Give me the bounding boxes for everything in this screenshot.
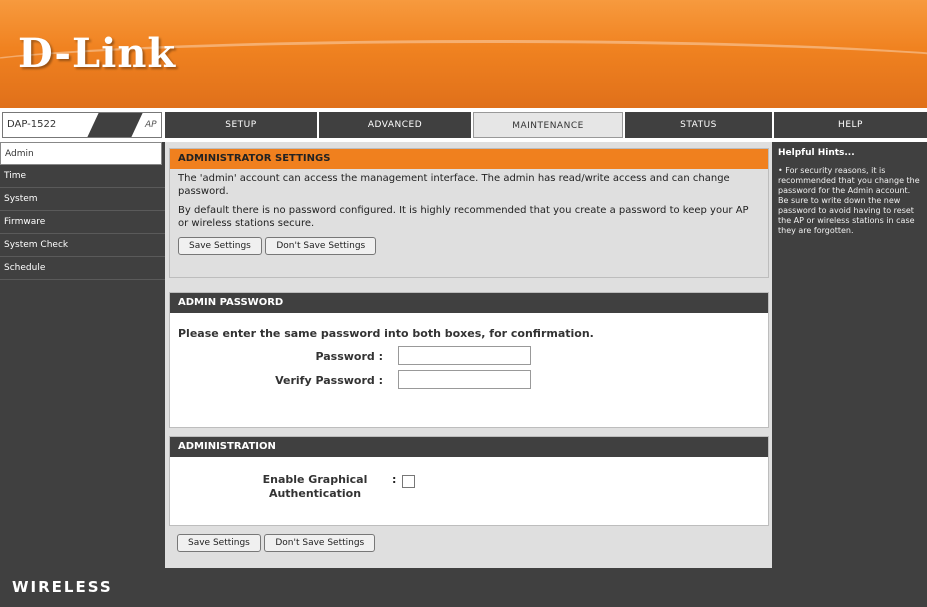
tab-help[interactable]: HELP: [774, 112, 927, 138]
graphical-auth-checkbox[interactable]: [402, 475, 415, 488]
sidebar-item-admin[interactable]: Admin: [0, 142, 162, 165]
administration-panel: ADMINISTRATION Enable Graphical Authenti…: [169, 436, 769, 526]
help-panel: Helpful Hints... • For security reasons,…: [772, 142, 927, 568]
bottom-save-settings-button[interactable]: Save Settings: [177, 534, 261, 552]
password-row: Password :: [170, 346, 768, 370]
admin-settings-paragraph-1: The 'admin' account can access the manag…: [178, 173, 730, 197]
verify-password-label: Verify Password :: [275, 374, 383, 387]
admin-password-title: ADMIN PASSWORD: [170, 293, 768, 313]
password-input[interactable]: [398, 346, 531, 365]
sidebar-item-schedule[interactable]: Schedule: [0, 257, 165, 280]
sidebar-item-firmware[interactable]: Firmware: [0, 211, 165, 234]
footer: WIRELESS: [0, 568, 927, 607]
password-label: Password :: [315, 350, 383, 363]
graphical-auth-row: Enable Graphical Authentication :: [170, 457, 768, 517]
main-content: ADMINISTRATOR SETTINGS The 'admin' accou…: [165, 142, 772, 568]
slash-graphic: [87, 113, 143, 137]
tab-maintenance[interactable]: MAINTENANCE: [473, 112, 623, 138]
sidebar-item-system-check[interactable]: System Check: [0, 234, 165, 257]
verify-password-row: Verify Password :: [170, 370, 768, 394]
administration-title: ADMINISTRATION: [170, 437, 768, 457]
model-badge: DAP-1522 AP: [2, 112, 162, 138]
admin-settings-title: ADMINISTRATOR SETTINGS: [170, 149, 768, 169]
graphical-auth-colon: :: [392, 473, 397, 486]
footer-wireless-label: WIRELESS: [12, 578, 113, 596]
dlink-logo: D-Link: [18, 30, 177, 77]
save-settings-button[interactable]: Save Settings: [178, 237, 262, 255]
graphical-auth-label: Enable Graphical Authentication: [262, 473, 368, 500]
verify-password-input[interactable]: [398, 370, 531, 389]
admin-password-panel: ADMIN PASSWORD Please enter the same pas…: [169, 292, 769, 428]
tab-advanced[interactable]: ADVANCED: [319, 112, 471, 138]
tab-status[interactable]: STATUS: [625, 112, 772, 138]
admin-settings-paragraph-2: By default there is no password configur…: [178, 205, 749, 229]
top-button-row: Save Settings Don't Save Settings: [170, 233, 768, 259]
bottom-button-row: Save Settings Don't Save Settings: [177, 534, 376, 552]
bottom-dont-save-settings-button[interactable]: Don't Save Settings: [264, 534, 376, 552]
sidebar-item-system[interactable]: System: [0, 188, 165, 211]
help-title: Helpful Hints...: [778, 148, 855, 158]
help-text: • For security reasons, it is recommende…: [778, 166, 920, 235]
admin-settings-panel: ADMINISTRATOR SETTINGS The 'admin' accou…: [169, 148, 769, 278]
sidebar: Admin Time System Firmware System Check …: [0, 142, 165, 568]
top-navigation: DAP-1522 AP SETUP ADVANCED MAINTENANCE S…: [0, 108, 927, 142]
tab-setup[interactable]: SETUP: [165, 112, 317, 138]
sidebar-item-time[interactable]: Time: [0, 165, 165, 188]
model-mode: AP: [145, 120, 157, 130]
dont-save-settings-button[interactable]: Don't Save Settings: [265, 237, 377, 255]
password-instructions: Please enter the same password into both…: [178, 327, 594, 340]
header-banner: D-Link: [0, 0, 927, 108]
model-name: DAP-1522: [7, 119, 57, 130]
